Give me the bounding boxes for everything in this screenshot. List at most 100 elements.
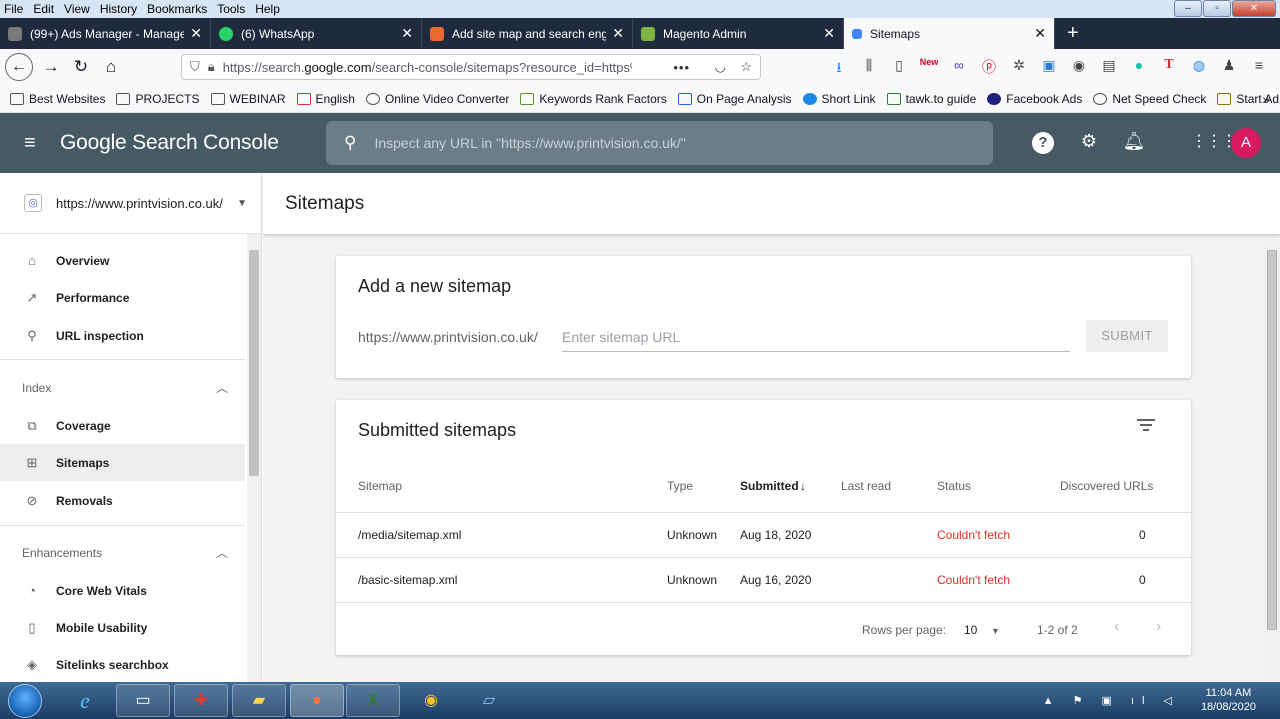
bookmark-star-icon[interactable]: ☆	[740, 59, 752, 75]
section-index[interactable]: Index ︿	[22, 381, 232, 395]
extension-circle-icon[interactable]: ◉	[1064, 57, 1094, 81]
maximize-button[interactable]: ▫	[1203, 0, 1231, 17]
user-settings-icon[interactable]: ⚙	[1077, 131, 1101, 152]
excel-icon[interactable]: X	[346, 684, 400, 717]
menu-hamburger-icon[interactable]: ≡	[1244, 57, 1274, 81]
bookmark-item[interactable]: Net Speed Check	[1093, 92, 1206, 106]
scrollbar-thumb[interactable]	[1267, 250, 1277, 630]
column-header-submitted[interactable]: Submitted	[740, 479, 799, 493]
column-header-status[interactable]: Status	[937, 479, 971, 493]
window-close-button[interactable]: ✕	[1232, 0, 1276, 17]
column-header-sitemap[interactable]: Sitemap	[358, 479, 402, 493]
sidebar-item-removals[interactable]: ⊘ Removals	[0, 482, 245, 519]
help-icon[interactable]: ?	[1032, 132, 1054, 154]
extension-w-icon[interactable]: ▣	[1034, 57, 1064, 81]
menu-history[interactable]: History	[100, 2, 137, 16]
sitemap-url-field[interactable]	[562, 324, 1070, 352]
hamburger-menu-icon[interactable]: ≡	[24, 133, 44, 153]
pocket-icon[interactable]: ◡	[715, 59, 726, 75]
extension-link-icon[interactable]: ∞	[944, 57, 974, 81]
extension-gear-icon[interactable]: ✲	[1004, 57, 1034, 81]
sidebar-item-sitemaps[interactable]: ⊞ Sitemaps	[0, 444, 245, 481]
property-selector[interactable]: ◎ https://www.printvision.co.uk/ ▼	[0, 173, 262, 234]
extension-blue-icon[interactable]: ◍	[1184, 57, 1214, 81]
chrome-icon[interactable]: ◉	[404, 684, 458, 717]
bookmark-item[interactable]: WEBINAR	[210, 92, 286, 106]
filter-icon[interactable]	[1137, 419, 1155, 434]
tab-close-icon[interactable]: ✕	[1034, 25, 1046, 42]
sidebar-scrollbar[interactable]	[247, 234, 261, 682]
clock[interactable]: 11:04 AM 18/08/2020	[1201, 686, 1256, 714]
tab-add-site-map[interactable]: Add site map and search engin ✕	[422, 18, 633, 49]
new-tab-icon[interactable]: +	[1067, 18, 1079, 49]
column-header-last-read[interactable]: Last read	[841, 479, 891, 493]
app-icon[interactable]: ▱	[462, 684, 516, 717]
menu-edit[interactable]: Edit	[33, 2, 54, 16]
bookmark-item[interactable]: On Page Analysis	[677, 92, 792, 106]
column-header-discovered-urls[interactable]: Discovered URLs	[1060, 479, 1153, 493]
tab-close-icon[interactable]: ✕	[823, 25, 835, 42]
bookmark-item[interactable]: Start Ad on FB	[1217, 92, 1280, 106]
tab-whatsapp[interactable]: (6) WhatsApp ✕	[211, 18, 422, 49]
url-bar[interactable]: ⛉ 🔒︎ https://search. google.com/search-co…	[181, 54, 761, 80]
tab-close-icon[interactable]: ✕	[401, 25, 413, 42]
sidebar-item-url-inspection[interactable]: ⚲ URL inspection	[0, 317, 245, 354]
submit-button[interactable]: SUBMIT	[1086, 320, 1168, 352]
extension-pin-icon[interactable]: ♟	[1214, 57, 1244, 81]
notifications-icon[interactable]: 🔔︎	[1122, 131, 1146, 152]
table-row[interactable]: /basic-sitemap.xml Unknown Aug 16, 2020 …	[336, 557, 1191, 602]
notes-icon[interactable]: ▰	[232, 684, 286, 717]
tab-sitemaps[interactable]: Sitemaps ✕	[844, 18, 1055, 49]
bookmark-item[interactable]: Best Websites	[10, 92, 105, 106]
menu-bookmarks[interactable]: Bookmarks	[147, 2, 207, 16]
sidebar-item-mobile-usability[interactable]: ▯ Mobile Usability	[0, 609, 245, 646]
sidebar-item-performance[interactable]: ↗ Performance	[0, 279, 245, 316]
main-scrollbar[interactable]	[1264, 234, 1280, 682]
bookmark-item[interactable]: Facebook Ads	[987, 92, 1082, 106]
firefox-icon[interactable]: ●	[290, 684, 344, 717]
rows-per-page-select[interactable]: 10	[964, 623, 977, 637]
extension-new-icon[interactable]: New	[914, 57, 944, 81]
extension-t-icon[interactable]: T	[1154, 57, 1184, 81]
bookmark-item[interactable]: PROJECTS	[116, 92, 200, 106]
section-enhancements[interactable]: Enhancements ︿	[22, 546, 232, 560]
menu-tools[interactable]: Tools	[217, 2, 245, 16]
pinterest-icon[interactable]: ⓟ	[974, 57, 1004, 81]
grammarly-icon[interactable]: ●	[1124, 57, 1154, 81]
next-page-icon[interactable]: ›	[1156, 618, 1161, 636]
tab-magento-admin[interactable]: Magento Admin ✕	[633, 18, 844, 49]
internet-explorer-icon[interactable]: e	[58, 684, 112, 717]
tab-ads-manager[interactable]: (99+) Ads Manager - Manage a ✕	[0, 18, 211, 49]
bookmark-item[interactable]: Short Link	[802, 92, 876, 106]
url-inspect-search[interactable]: ⚲ Inspect any URL in "https://www.printv…	[326, 121, 993, 165]
tab-close-icon[interactable]: ✕	[612, 25, 624, 42]
reload-icon[interactable]: ↻	[66, 57, 96, 77]
download-icon[interactable]: ⭳	[824, 57, 854, 81]
sort-arrow-down-icon[interactable]: ↓	[800, 479, 806, 493]
home-icon[interactable]: ⌂	[96, 57, 126, 77]
sidebar-item-coverage[interactable]: ⧉ Coverage	[0, 407, 245, 444]
bookmark-item[interactable]: Keywords Rank Factors	[520, 92, 667, 106]
system-tray[interactable]: ▲ ⚑ ▣ ıl ◁	[1043, 694, 1180, 707]
sidebar-icon[interactable]: ▯	[884, 57, 914, 81]
menu-help[interactable]: Help	[255, 2, 280, 16]
avatar[interactable]: A	[1231, 128, 1261, 158]
menu-file[interactable]: File	[4, 2, 23, 16]
start-button[interactable]	[8, 684, 42, 718]
bookmark-item[interactable]: English	[296, 92, 355, 106]
extension-doc-icon[interactable]: ▤	[1094, 57, 1124, 81]
library-icon[interactable]: ⫼	[854, 57, 884, 81]
menu-view[interactable]: View	[64, 2, 90, 16]
sidebar-item-sitelinks-searchbox[interactable]: ◈ Sitelinks searchbox	[0, 646, 245, 682]
bookmark-item[interactable]: tawk.to guide	[886, 92, 976, 106]
forward-icon[interactable]: →	[36, 57, 66, 77]
apps-grid-icon[interactable]: ⋮⋮⋮	[1191, 131, 1237, 151]
bookmark-item[interactable]: Online Video Converter	[365, 92, 509, 106]
previous-page-icon[interactable]: ‹	[1114, 618, 1119, 636]
sitemap-url-input[interactable]	[562, 324, 1070, 350]
minimize-button[interactable]: –	[1174, 0, 1202, 17]
swiss-app-icon[interactable]: ✚	[174, 684, 228, 717]
sidebar-item-overview[interactable]: ⌂ Overview	[0, 242, 245, 279]
scrollbar-thumb[interactable]	[249, 250, 259, 476]
sidebar-item-core-web-vitals[interactable]: ◔ Core Web Vitals	[0, 572, 245, 609]
